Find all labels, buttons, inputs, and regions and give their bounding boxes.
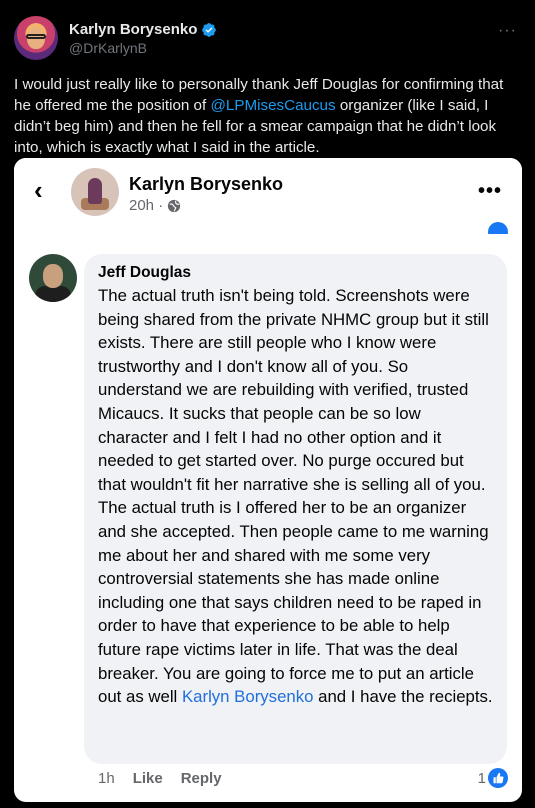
comment-bubble: Jeff Douglas The actual truth isn't bein… xyxy=(84,254,507,764)
fb-post-author-name[interactable]: Karlyn Borysenko xyxy=(129,174,283,195)
avatar-head xyxy=(43,264,63,288)
thumbs-up-icon xyxy=(488,768,508,788)
comment-text: The actual truth isn't being told. Scree… xyxy=(98,284,493,709)
comment-time: 1h xyxy=(98,770,115,787)
avatar-shirt xyxy=(35,286,71,302)
author-display-name[interactable]: Karlyn Borysenko xyxy=(69,21,197,38)
reaction-count[interactable]: 1 xyxy=(478,770,486,787)
author-avatar[interactable] xyxy=(14,16,58,60)
cropped-like-badge-icon xyxy=(488,222,508,234)
fb-post-time-label: 20h · xyxy=(129,197,164,214)
attached-image[interactable]: ‹ Karlyn Borysenko 20h · ••• Jeff Dougla… xyxy=(14,158,522,802)
tweet-text: I would just really like to personally t… xyxy=(14,74,524,158)
commenter-name[interactable]: Jeff Douglas xyxy=(98,264,493,282)
fb-more-options-icon[interactable]: ••• xyxy=(478,180,502,203)
comment-reply-button[interactable]: Reply xyxy=(181,770,222,787)
author-handle[interactable]: @DrKarlynB xyxy=(69,40,147,56)
avatar-figure xyxy=(88,178,102,204)
tweet-header: Karlyn Borysenko @DrKarlynB ··· xyxy=(14,14,521,62)
comment-text-before: The actual truth isn't being told. Scree… xyxy=(98,286,489,707)
comment-text-after: and I have the reciepts. xyxy=(313,687,493,707)
fb-post-author-avatar[interactable] xyxy=(71,168,119,216)
comment-like-button[interactable]: Like xyxy=(133,770,163,787)
cropped-previous-actions xyxy=(14,220,522,234)
ellipsis-icon[interactable]: ··· xyxy=(498,22,517,40)
comment-actions: 1h Like Reply xyxy=(98,770,222,787)
thumbs-up-glyph-icon xyxy=(493,772,504,784)
fb-post-time: 20h · xyxy=(129,197,181,214)
back-arrow-icon[interactable]: ‹ xyxy=(34,176,54,204)
comment-mention-link[interactable]: Karlyn Borysenko xyxy=(182,687,314,706)
verified-badge-icon xyxy=(202,22,217,37)
tweet-mention-link[interactable]: @LPMisesCaucus xyxy=(210,97,335,114)
author-name-row: Karlyn Borysenko xyxy=(69,21,217,38)
avatar-glasses xyxy=(26,34,46,39)
commenter-avatar[interactable] xyxy=(29,254,77,302)
globe-icon xyxy=(168,199,181,212)
